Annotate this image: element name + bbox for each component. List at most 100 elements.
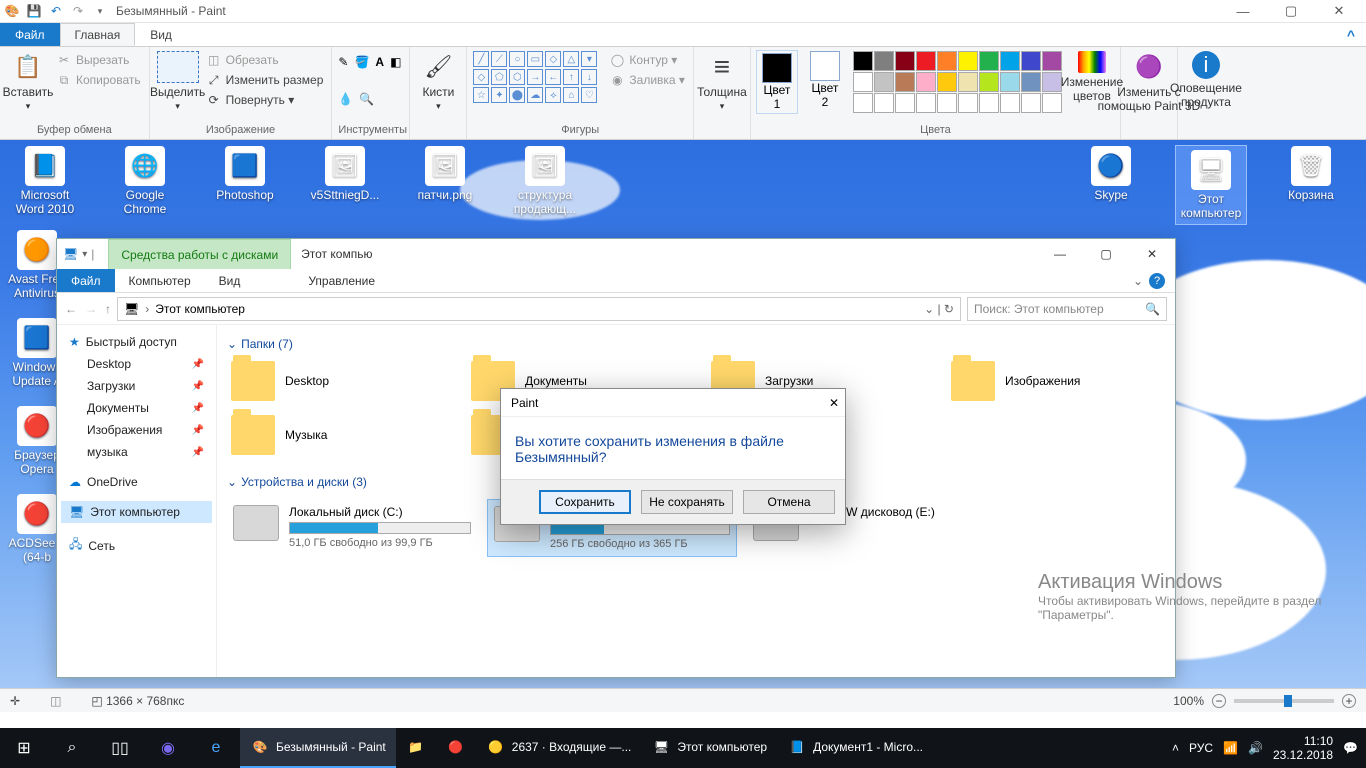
start-button[interactable]: ⊞ bbox=[0, 728, 48, 768]
color-swatch[interactable] bbox=[958, 72, 978, 92]
resize-button[interactable]: ⤢Изменить размер bbox=[204, 71, 326, 89]
sidebar-item[interactable]: Изображения📌 bbox=[61, 419, 212, 441]
rotate-button[interactable]: ⟳Повернуть ▾ bbox=[204, 91, 326, 109]
taskbar-item[interactable]: 🔴 bbox=[436, 728, 476, 768]
color-swatch[interactable] bbox=[895, 72, 915, 92]
save-button[interactable]: Сохранить bbox=[539, 490, 631, 514]
color-swatch[interactable] bbox=[1021, 51, 1041, 71]
edge-button[interactable]: e bbox=[192, 728, 240, 768]
desktop-icon[interactable]: 🖼v5SttniegD... bbox=[310, 146, 380, 216]
cortana-button[interactable]: ◉ bbox=[144, 728, 192, 768]
close-button[interactable]: ✕ bbox=[1316, 0, 1362, 22]
select-button[interactable]: Выделить ▾ bbox=[156, 51, 200, 112]
explorer-search[interactable]: Поиск: Этот компьютер 🔍 bbox=[967, 297, 1167, 321]
up-icon[interactable]: ↑ bbox=[105, 302, 111, 316]
fill-shape-button[interactable]: ◉Заливка ▾ bbox=[607, 71, 687, 89]
explorer-close[interactable]: ✕ bbox=[1129, 240, 1175, 268]
minimize-button[interactable]: — bbox=[1220, 0, 1266, 22]
desktop-icon[interactable]: 🖼структура продающ... bbox=[510, 146, 580, 216]
volume-icon[interactable]: 🔊 bbox=[1248, 741, 1263, 755]
ex-tab-computer[interactable]: Компьютер bbox=[115, 269, 205, 292]
drive-item[interactable]: Локальный диск (C:)51,0 ГБ свободно из 9… bbox=[227, 499, 477, 557]
redo-icon[interactable]: ↷ bbox=[70, 3, 86, 19]
copy-button[interactable]: ⧉Копировать bbox=[54, 71, 143, 89]
cut-button[interactable]: ✂Вырезать bbox=[54, 51, 143, 69]
product-alert-button[interactable]: iОповещение продукта bbox=[1184, 51, 1228, 109]
color1-button[interactable]: Цвет 1 bbox=[757, 51, 797, 113]
taskview-button[interactable]: ▯▯ bbox=[96, 728, 144, 768]
notifications-icon[interactable]: 💬 bbox=[1343, 741, 1358, 755]
wifi-icon[interactable]: 📶 bbox=[1223, 741, 1238, 755]
sidebar-item[interactable]: Загрузки📌 bbox=[61, 375, 212, 397]
address-path[interactable]: 🖥 › Этот компьютер ⌄ | ↻ bbox=[117, 297, 961, 321]
crop-button[interactable]: ◫Обрезать bbox=[204, 51, 326, 69]
undo-icon[interactable]: ↶ bbox=[48, 3, 64, 19]
color-swatch[interactable] bbox=[853, 51, 873, 71]
desktop-icon[interactable]: 🌐Google Chrome bbox=[110, 146, 180, 216]
color-swatch[interactable] bbox=[979, 51, 999, 71]
taskbar-item[interactable]: 📁 bbox=[396, 728, 436, 768]
sidebar-item[interactable]: Документы📌 bbox=[61, 397, 212, 419]
search-button[interactable]: ⌕ bbox=[48, 728, 96, 768]
color-swatch[interactable] bbox=[958, 51, 978, 71]
folders-header[interactable]: ⌄Папки (7) bbox=[227, 331, 1165, 357]
dialog-close-icon[interactable]: ✕ bbox=[829, 396, 839, 410]
text-icon[interactable]: A bbox=[375, 55, 384, 69]
back-icon[interactable]: ← bbox=[65, 302, 77, 316]
zoom-slider[interactable] bbox=[1234, 699, 1334, 703]
context-tab-header[interactable]: Средства работы с дисками bbox=[108, 239, 291, 269]
sidebar-item[interactable]: Desktop📌 bbox=[61, 353, 212, 375]
outline-button[interactable]: ◯Контур ▾ bbox=[607, 51, 687, 69]
folder-item[interactable]: Desktop bbox=[227, 357, 457, 405]
color-swatch[interactable] bbox=[916, 51, 936, 71]
sidebar-onedrive[interactable]: ☁OneDrive bbox=[61, 471, 212, 493]
thickness-button[interactable]: ≡Толщина▾ bbox=[700, 51, 744, 112]
pencil-icon[interactable]: ✎ bbox=[338, 55, 348, 69]
folder-item[interactable]: Изображения bbox=[947, 357, 1175, 405]
color-swatch[interactable] bbox=[1000, 51, 1020, 71]
tray-expand-icon[interactable]: ˄ bbox=[1172, 741, 1179, 755]
maximize-button[interactable]: ▢ bbox=[1268, 0, 1314, 22]
desktop-icon[interactable]: 🖼патчи.png bbox=[410, 146, 480, 216]
color2-button[interactable]: Цвет 2 bbox=[805, 51, 845, 109]
color-swatch[interactable] bbox=[937, 51, 957, 71]
color-swatch[interactable] bbox=[853, 72, 873, 92]
save-icon[interactable]: 💾 bbox=[26, 3, 42, 19]
tab-file[interactable]: Файл bbox=[0, 23, 60, 46]
paste-button[interactable]: 📋 Вставить ▾ bbox=[6, 51, 50, 112]
clock[interactable]: 11:10 23.12.2018 bbox=[1273, 734, 1333, 763]
taskbar-item[interactable]: 🖥Этот компьютер bbox=[641, 728, 777, 768]
color-swatch[interactable] bbox=[937, 72, 957, 92]
ex-tab-manage[interactable]: Управление bbox=[294, 269, 389, 292]
explorer-minimize[interactable]: — bbox=[1037, 240, 1083, 268]
qat-dropdown-icon[interactable]: ▾ bbox=[92, 3, 108, 19]
forward-icon[interactable]: → bbox=[85, 302, 97, 316]
language-indicator[interactable]: РУС bbox=[1189, 741, 1213, 755]
help-icon[interactable]: ? bbox=[1149, 273, 1165, 289]
sidebar-this-pc[interactable]: 🖥Этот компьютер bbox=[61, 501, 212, 523]
brushes-button[interactable]: 🖌 Кисти ▾ bbox=[416, 51, 460, 112]
zoom-out-icon[interactable]: − bbox=[1212, 694, 1226, 708]
color-swatch[interactable] bbox=[874, 51, 894, 71]
ribbon-collapse-icon[interactable]: ⌄ bbox=[1133, 274, 1143, 288]
paint-canvas[interactable]: 📘Microsoft Word 2010🌐Google Chrome🟦Photo… bbox=[0, 140, 1366, 688]
desktop-icon[interactable]: 🗑Корзина bbox=[1276, 146, 1346, 224]
tab-home[interactable]: Главная bbox=[60, 23, 136, 46]
color-swatch[interactable] bbox=[979, 72, 999, 92]
color-swatch[interactable] bbox=[1042, 51, 1062, 71]
color-swatch[interactable] bbox=[1021, 72, 1041, 92]
eraser-icon[interactable]: ◧ bbox=[390, 55, 401, 69]
color-swatch[interactable] bbox=[895, 51, 915, 71]
desktop-icon[interactable]: 🔵Skype bbox=[1076, 146, 1146, 224]
zoom-icon[interactable]: 🔍 bbox=[359, 92, 374, 106]
fill-icon[interactable]: 🪣 bbox=[354, 55, 369, 69]
color-swatch[interactable] bbox=[916, 72, 936, 92]
taskbar-item[interactable]: 🎨Безымянный - Paint bbox=[240, 728, 396, 768]
taskbar-item[interactable]: 🟡2637 · Входящие —... bbox=[476, 728, 642, 768]
sidebar-item[interactable]: музыка📌 bbox=[61, 441, 212, 463]
taskbar-item[interactable]: 📘Документ1 - Micro... bbox=[777, 728, 933, 768]
color-palette[interactable] bbox=[853, 51, 1062, 113]
desktop-icon[interactable]: 📘Microsoft Word 2010 bbox=[10, 146, 80, 216]
cancel-button[interactable]: Отмена bbox=[743, 490, 835, 514]
color-swatch[interactable] bbox=[874, 72, 894, 92]
